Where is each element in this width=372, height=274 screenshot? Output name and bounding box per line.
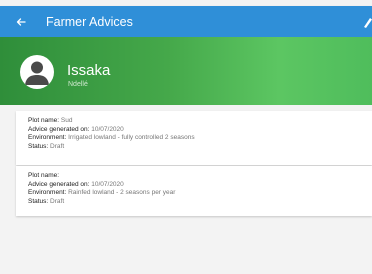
- environment-value: Rainfed lowland - 2 seasons per year: [68, 189, 176, 196]
- environment-row: Environment: Irrigated lowland - fully c…: [16, 134, 372, 143]
- advice-date-label: Advice generated on:: [28, 180, 90, 188]
- advice-date-row: Advice generated on: 10/07/2020: [16, 126, 372, 135]
- advice-date-label: Advice generated on:: [28, 125, 90, 133]
- plot-name-label: Plot name:: [28, 117, 60, 124]
- plot-name-label: Plot name:: [28, 172, 60, 179]
- status-label: Status:: [28, 142, 49, 150]
- environment-row: Environment: Rainfed lowland - 2 seasons…: [16, 189, 372, 198]
- edit-icon[interactable]: [362, 15, 372, 28]
- status-row: Status: Draft: [16, 198, 372, 207]
- advice-date-value: 10/07/2020: [91, 125, 124, 133]
- status-row: Status: Draft: [16, 143, 372, 152]
- farmer-location: Ndellé: [68, 81, 88, 88]
- advice-date-value: 10/07/2020: [91, 180, 124, 188]
- advice-card[interactable]: Plot name: Sud Advice generated on: 10/0…: [16, 111, 372, 165]
- app-bar: Farmer Advices: [0, 6, 372, 37]
- plot-name-value: Sud: [60, 117, 73, 124]
- farmer-name: Issaka: [67, 62, 111, 79]
- arrow-left-icon[interactable]: [6, 17, 36, 27]
- status-label: Status:: [28, 197, 49, 205]
- status-value: Draft: [50, 142, 65, 150]
- person-icon: [20, 55, 54, 89]
- environment-label: Environment:: [28, 134, 67, 141]
- advice-date-row: Advice generated on: 10/07/2020: [16, 181, 372, 190]
- plot-name-row: Plot name: Sud: [16, 117, 372, 126]
- page-title: Farmer Advices: [46, 14, 133, 29]
- status-value: Draft: [50, 197, 65, 205]
- environment-label: Environment:: [28, 189, 67, 196]
- advice-card[interactable]: Plot name: Advice generated on: 10/07/20…: [16, 166, 372, 216]
- plot-name-row: Plot name:: [16, 172, 372, 181]
- farmer-banner: Issaka Ndellé: [0, 37, 372, 105]
- environment-value: Irrigated lowland - fully controlled 2 s…: [68, 134, 195, 141]
